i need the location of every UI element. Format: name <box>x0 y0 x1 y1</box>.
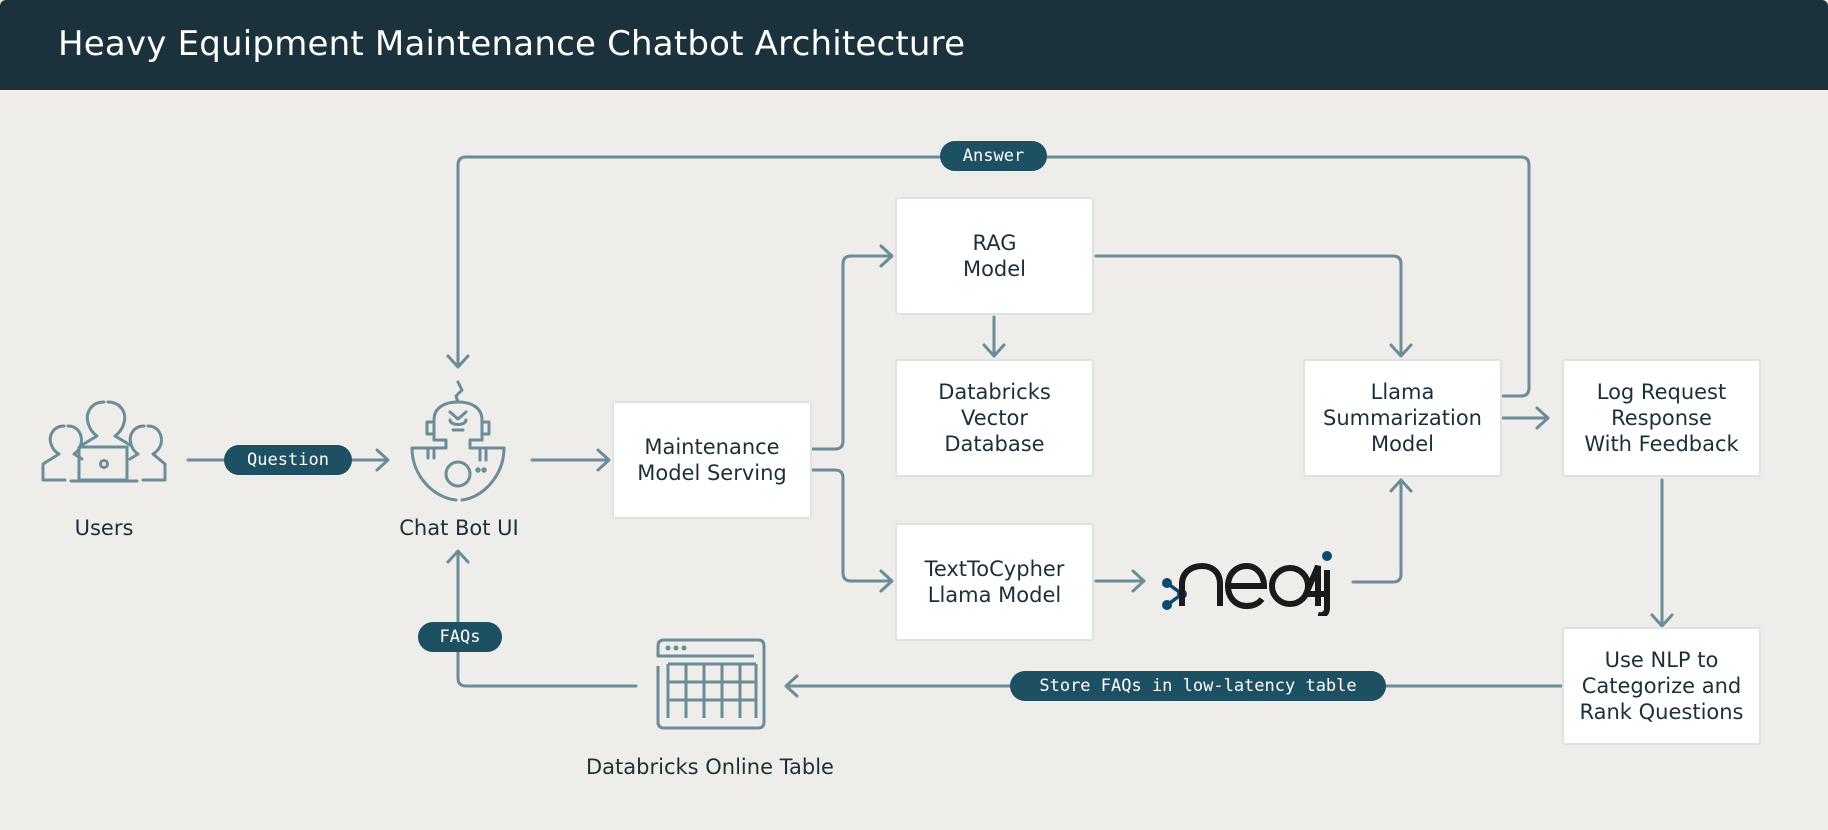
answer-pill: Answer <box>940 141 1047 171</box>
rag-model-node[interactable]: RAG Model <box>895 197 1094 315</box>
question-pill: Question <box>224 445 352 475</box>
online-table-label: Databricks Online Table <box>586 755 834 779</box>
store-faqs-pill: Store FAQs in low-latency table <box>1010 671 1386 701</box>
edge-neo4j-to-llama <box>1351 479 1403 584</box>
diagram-canvas: Users Question Chat Bot UI Maintenance M <box>0 90 1828 830</box>
page-title: Heavy Equipment Maintenance Chatbot Arch… <box>58 24 966 64</box>
chatbot-label: Chat Bot UI <box>399 516 519 540</box>
vector-database-node[interactable]: Databricks Vector Database <box>895 359 1094 477</box>
robot-icon <box>410 380 506 502</box>
maintenance-model-serving-node[interactable]: Maintenance Model Serving <box>612 401 812 519</box>
edge-maintenance-to-cypher <box>811 468 893 583</box>
edge-maintenance-to-rag <box>811 254 893 451</box>
edge-rag-to-llama <box>1094 254 1403 357</box>
text-to-cypher-node[interactable]: TextToCypher Llama Model <box>895 523 1094 641</box>
users-laptop-icon <box>41 400 167 483</box>
edge-table-to-chatbot <box>456 550 638 688</box>
neo4j-logo-icon <box>1162 551 1332 616</box>
llama-summarization-node[interactable]: Llama Summarization Model <box>1303 359 1502 477</box>
table-icon <box>656 638 766 730</box>
faqs-pill: FAQs <box>418 622 502 652</box>
users-label: Users <box>74 516 134 540</box>
nlp-categorize-node[interactable]: Use NLP to Categorize and Rank Questions <box>1562 627 1761 745</box>
log-request-node[interactable]: Log Request Response With Feedback <box>1562 359 1761 477</box>
header: Heavy Equipment Maintenance Chatbot Arch… <box>0 0 1828 90</box>
